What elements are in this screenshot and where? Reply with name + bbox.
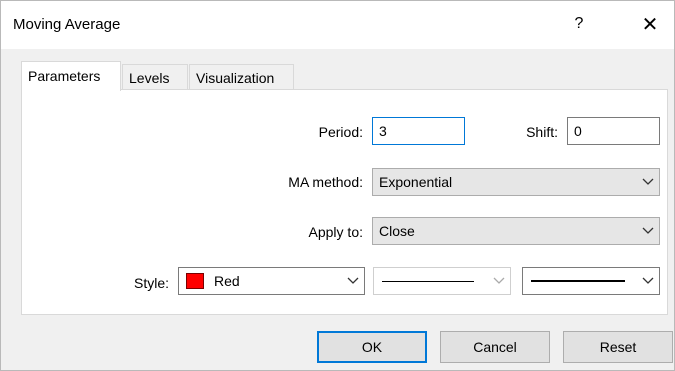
ma-method-select[interactable]: Exponential xyxy=(372,168,660,196)
apply-to-value: Close xyxy=(379,223,415,239)
tab-visualization[interactable]: Visualization xyxy=(189,64,294,90)
shift-input[interactable] xyxy=(567,117,660,145)
dialog-title: Moving Average xyxy=(13,16,121,33)
close-icon: ✕ xyxy=(641,13,659,36)
moving-average-dialog: Moving Average ? ✕ Parameters Levels Vis… xyxy=(0,0,675,371)
shift-label: Shift: xyxy=(526,124,558,140)
chevron-down-icon xyxy=(637,218,659,244)
ma-method-value: Exponential xyxy=(379,174,453,190)
chevron-down-icon xyxy=(342,268,364,294)
period-label: Period: xyxy=(318,124,363,140)
apply-to-select[interactable]: Close xyxy=(372,217,660,245)
tab-levels[interactable]: Levels xyxy=(122,64,188,90)
cancel-button-label: Cancel xyxy=(473,339,517,355)
tab-parameters[interactable]: Parameters xyxy=(21,61,121,91)
apply-to-label: Apply to: xyxy=(308,224,363,240)
color-swatch xyxy=(186,273,204,289)
style-line-width-select[interactable] xyxy=(522,267,660,295)
help-button[interactable]: ? xyxy=(559,7,599,41)
chevron-down-icon xyxy=(488,268,510,294)
line-width-sample xyxy=(531,280,625,282)
tab-parameters-label: Parameters xyxy=(28,68,101,84)
tab-levels-label: Levels xyxy=(129,70,170,86)
style-color-value: Red xyxy=(214,273,240,289)
cancel-button[interactable]: Cancel xyxy=(440,331,550,363)
title-bar: Moving Average ? ✕ xyxy=(1,1,674,49)
reset-button-label: Reset xyxy=(599,339,637,355)
ma-method-label: MA method: xyxy=(288,174,363,190)
line-style-sample xyxy=(382,280,474,282)
tab-visualization-label: Visualization xyxy=(196,70,275,86)
period-input[interactable] xyxy=(372,117,465,145)
ok-button-label: OK xyxy=(361,339,383,355)
chevron-down-icon xyxy=(637,169,659,195)
reset-button[interactable]: Reset xyxy=(563,331,673,363)
close-button[interactable]: ✕ xyxy=(630,7,670,41)
style-label: Style: xyxy=(133,275,169,291)
question-mark-icon: ? xyxy=(574,15,584,32)
chevron-down-icon xyxy=(637,268,659,294)
ok-button[interactable]: OK xyxy=(317,331,427,363)
style-color-select[interactable]: Red xyxy=(178,267,365,295)
style-line-type-select[interactable] xyxy=(373,267,511,295)
